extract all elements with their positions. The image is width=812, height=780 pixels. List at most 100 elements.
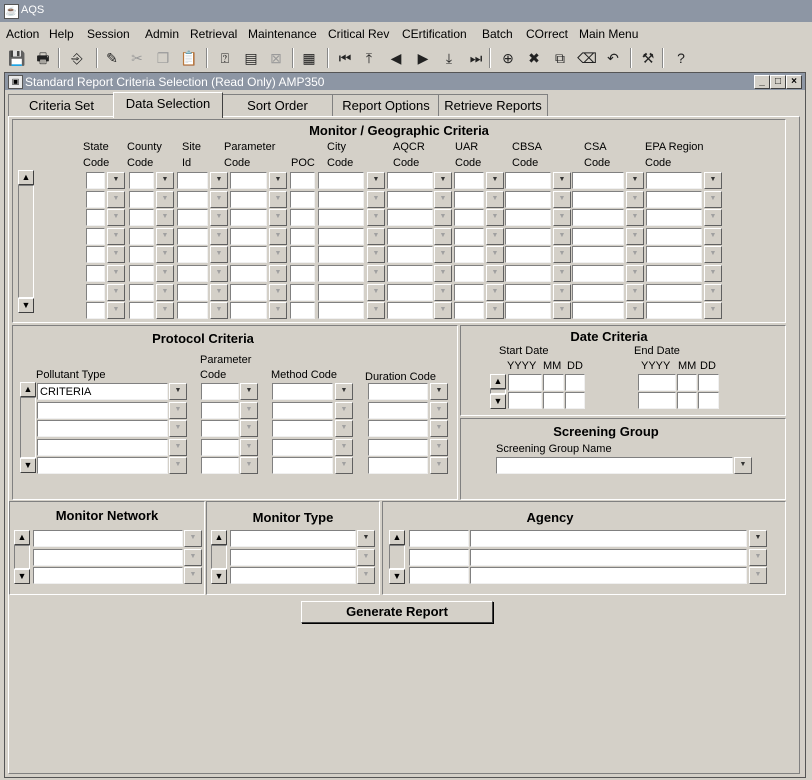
county-code-input[interactable] [129, 246, 154, 264]
cbsa-code-input[interactable] [505, 246, 551, 264]
protocol-scroll-down[interactable]: ▼ [20, 458, 36, 473]
uar-code-input[interactable] [454, 209, 484, 227]
agency-name-input[interactable] [470, 548, 747, 566]
monitor-network-scroll-up[interactable]: ▲ [14, 530, 30, 545]
aqcr-code-input[interactable] [387, 302, 433, 320]
start-year-input[interactable] [508, 392, 542, 409]
county-code-input[interactable] [129, 209, 154, 227]
close-button[interactable]: × [786, 75, 802, 89]
cbsa-code-dropdown[interactable]: ▼ [553, 172, 571, 189]
menu-main-menu[interactable]: Main Menu [579, 27, 638, 41]
site-code-dropdown[interactable]: ▼ [210, 190, 228, 208]
agency-code-input[interactable] [409, 567, 469, 584]
protocol-parameter-code-dropdown[interactable]: ▼ [240, 438, 258, 456]
method-code-input[interactable] [272, 420, 333, 438]
poc-code-input[interactable] [290, 283, 315, 301]
tools-icon[interactable]: ⚒ [637, 47, 659, 69]
csa-code-input[interactable] [572, 265, 624, 282]
method-code-dropdown[interactable]: ▼ [335, 383, 353, 400]
generate-report-button[interactable]: Generate Report [301, 601, 493, 623]
aqcr-code-input[interactable] [387, 190, 433, 208]
city-code-dropdown[interactable]: ▼ [367, 265, 385, 282]
epa-region-code-input[interactable] [646, 283, 702, 301]
county-code-input[interactable] [129, 302, 154, 320]
site-code-input[interactable] [177, 265, 208, 282]
county-code-dropdown[interactable]: ▼ [156, 246, 174, 264]
aqcr-code-input[interactable] [387, 227, 433, 245]
protocol-parameter-code-dropdown[interactable]: ▼ [240, 420, 258, 438]
print-icon[interactable]: 🖶 [32, 47, 54, 69]
city-code-dropdown[interactable]: ▼ [367, 283, 385, 301]
city-code-input[interactable] [318, 302, 364, 320]
parameter-code-dropdown[interactable]: ▼ [269, 283, 287, 301]
epa-region-code-input[interactable] [646, 190, 702, 208]
epa-region-code-dropdown[interactable]: ▼ [704, 283, 722, 301]
county-code-input[interactable] [129, 227, 154, 245]
epa-region-code-dropdown[interactable]: ▼ [704, 246, 722, 264]
county-code-dropdown[interactable]: ▼ [156, 302, 174, 320]
uar-code-dropdown[interactable]: ▼ [486, 227, 504, 245]
county-code-dropdown[interactable]: ▼ [156, 172, 174, 189]
csa-code-dropdown[interactable]: ▼ [626, 172, 644, 189]
pollutant-type-dropdown[interactable]: ▼ [169, 438, 187, 456]
county-code-input[interactable] [129, 265, 154, 282]
aqcr-code-dropdown[interactable]: ▼ [434, 190, 452, 208]
end-month-input[interactable] [677, 374, 697, 391]
aqcr-code-dropdown[interactable]: ▼ [434, 227, 452, 245]
next-icon[interactable]: ▶ [412, 47, 434, 69]
uar-code-dropdown[interactable]: ▼ [486, 246, 504, 264]
county-code-input[interactable] [129, 283, 154, 301]
site-code-input[interactable] [177, 190, 208, 208]
duration-code-input[interactable] [368, 383, 428, 400]
aqcr-code-input[interactable] [387, 209, 433, 227]
duplicate-icon[interactable]: ⧉ [549, 47, 571, 69]
agency-dropdown[interactable]: ▼ [749, 530, 767, 547]
protocol-parameter-code-input[interactable] [201, 457, 239, 475]
monitor-type-dropdown[interactable]: ▼ [357, 530, 375, 547]
query-icon[interactable]: ⍰ [214, 47, 236, 69]
menu-session[interactable]: Session [87, 27, 130, 41]
duration-code-dropdown[interactable]: ▼ [430, 401, 448, 419]
clear-icon[interactable]: ⌫ [576, 47, 598, 69]
parameter-code-input[interactable] [230, 265, 267, 282]
duration-code-input[interactable] [368, 401, 428, 419]
cbsa-code-dropdown[interactable]: ▼ [553, 246, 571, 264]
end-month-input[interactable] [677, 392, 697, 409]
state-code-dropdown[interactable]: ▼ [107, 246, 125, 264]
pollutant-type-input[interactable] [37, 420, 168, 438]
state-code-dropdown[interactable]: ▼ [107, 283, 125, 301]
protocol-parameter-code-dropdown[interactable]: ▼ [240, 457, 258, 475]
menu-retrieval[interactable]: Retrieval [190, 27, 237, 41]
method-code-dropdown[interactable]: ▼ [335, 457, 353, 475]
poc-code-input[interactable] [290, 246, 315, 264]
method-code-input[interactable] [272, 383, 333, 400]
state-code-dropdown[interactable]: ▼ [107, 190, 125, 208]
county-code-dropdown[interactable]: ▼ [156, 190, 174, 208]
undo-icon[interactable]: ↶ [602, 47, 624, 69]
uar-code-dropdown[interactable]: ▼ [486, 190, 504, 208]
previous-icon[interactable]: ◀ [385, 47, 407, 69]
site-code-input[interactable] [177, 302, 208, 320]
copy-icon[interactable]: ❐ [152, 47, 174, 69]
protocol-parameter-code-dropdown[interactable]: ▼ [240, 401, 258, 419]
cbsa-code-input[interactable] [505, 265, 551, 282]
site-code-input[interactable] [177, 172, 208, 189]
start-month-input[interactable] [543, 392, 564, 409]
parameter-code-dropdown[interactable]: ▼ [269, 227, 287, 245]
csa-code-input[interactable] [572, 246, 624, 264]
poc-code-input[interactable] [290, 172, 315, 189]
agency-scroll-track[interactable] [389, 545, 405, 569]
aqcr-code-dropdown[interactable]: ▼ [434, 209, 452, 227]
epa-region-code-input[interactable] [646, 302, 702, 320]
site-code-dropdown[interactable]: ▼ [210, 172, 228, 189]
protocol-parameter-code-dropdown[interactable]: ▼ [240, 383, 258, 400]
start-day-input[interactable] [565, 374, 585, 391]
cbsa-code-dropdown[interactable]: ▼ [553, 302, 571, 320]
pollutant-type-input[interactable] [37, 457, 168, 475]
uar-code-input[interactable] [454, 190, 484, 208]
site-code-input[interactable] [177, 209, 208, 227]
cbsa-code-input[interactable] [505, 227, 551, 245]
edit-icon[interactable]: ✎ [101, 47, 123, 69]
monitor-type-scroll-up[interactable]: ▲ [211, 530, 227, 545]
csa-code-input[interactable] [572, 227, 624, 245]
